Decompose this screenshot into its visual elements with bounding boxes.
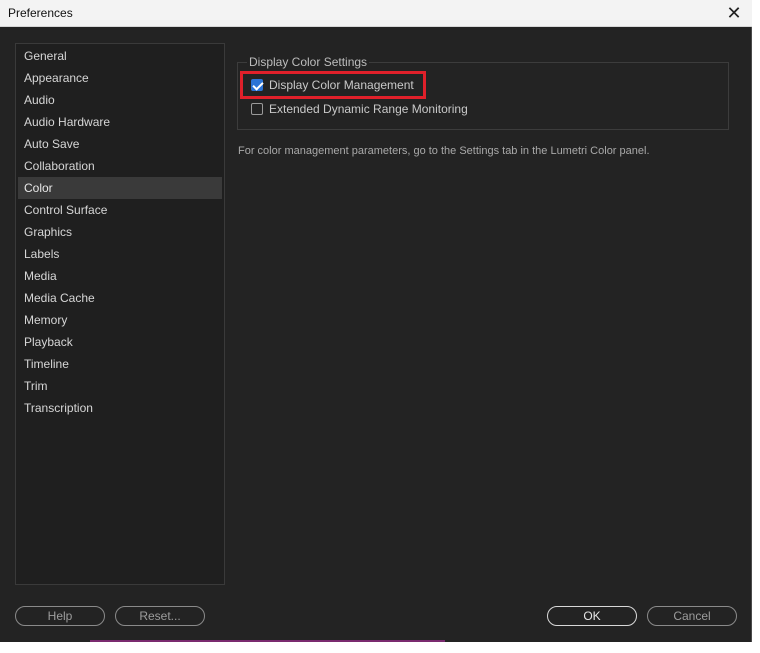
sidebar-item-audio[interactable]: Audio <box>18 89 222 111</box>
reset-button[interactable]: Reset... <box>115 606 205 626</box>
cancel-button[interactable]: Cancel <box>647 606 737 626</box>
sidebar-item-playback[interactable]: Playback <box>18 331 222 353</box>
sidebar-item-timeline[interactable]: Timeline <box>18 353 222 375</box>
sidebar-item-collaboration[interactable]: Collaboration <box>18 155 222 177</box>
preferences-category-list: General Appearance Audio Audio Hardware … <box>15 43 225 585</box>
sidebar-item-color[interactable]: Color <box>18 177 222 199</box>
help-button[interactable]: Help <box>15 606 105 626</box>
color-settings-panel: Display Color Settings Display Color Man… <box>237 40 737 580</box>
title-bar: Preferences ✕ <box>0 0 752 27</box>
ok-button[interactable]: OK <box>547 606 637 626</box>
sidebar-item-trim[interactable]: Trim <box>18 375 222 397</box>
sidebar-item-auto-save[interactable]: Auto Save <box>18 133 222 155</box>
extended-dynamic-range-option[interactable]: Extended Dynamic Range Monitoring <box>251 99 468 119</box>
sidebar-item-memory[interactable]: Memory <box>18 309 222 331</box>
extended-dynamic-range-checkbox[interactable] <box>251 103 263 115</box>
window-title: Preferences <box>8 6 73 20</box>
sidebar-item-labels[interactable]: Labels <box>18 243 222 265</box>
sidebar-item-appearance[interactable]: Appearance <box>18 67 222 89</box>
bottom-accent-strip <box>90 640 445 642</box>
highlight-box <box>240 71 426 99</box>
sidebar-item-transcription[interactable]: Transcription <box>18 397 222 419</box>
sidebar-item-media-cache[interactable]: Media Cache <box>18 287 222 309</box>
sidebar-item-general[interactable]: General <box>18 45 222 67</box>
extended-dynamic-range-label: Extended Dynamic Range Monitoring <box>269 102 468 116</box>
preferences-dialog: Preferences ✕ General Appearance Audio A… <box>0 0 752 642</box>
sidebar-item-graphics[interactable]: Graphics <box>18 221 222 243</box>
close-icon[interactable]: ✕ <box>722 2 746 24</box>
sidebar-item-control-surface[interactable]: Control Surface <box>18 199 222 221</box>
sidebar-item-audio-hardware[interactable]: Audio Hardware <box>18 111 222 133</box>
group-title: Display Color Settings <box>247 55 370 69</box>
sidebar-item-media[interactable]: Media <box>18 265 222 287</box>
color-management-note: For color management parameters, go to t… <box>238 145 650 157</box>
